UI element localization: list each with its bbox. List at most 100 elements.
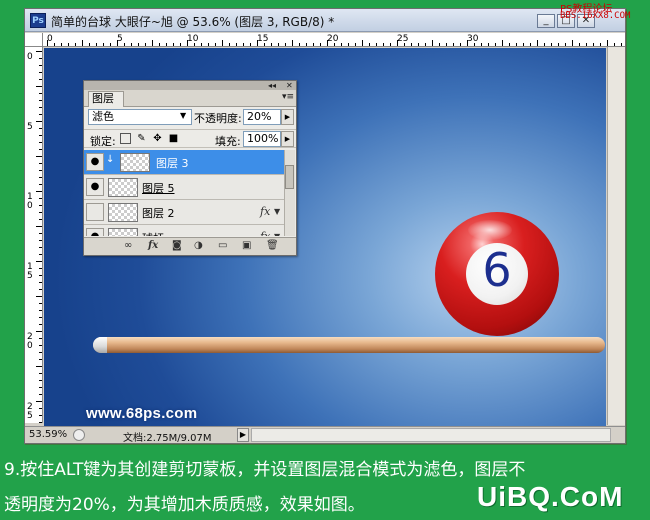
layer-name[interactable]: 图层 3 [156,155,189,171]
fill-slider-button[interactable]: ▶ [281,131,294,147]
ruler-tick [36,296,42,297]
collapse-icon[interactable]: ◂◂ [268,81,276,90]
visibility-eye-icon[interactable]: ● [86,153,104,171]
ruler-tick [446,43,447,46]
ruler-tick [39,268,42,269]
layer-list: ● ↓ 图层 3 ● 图层 5 图层 2 fx ▼ ● 球杆 fx ▼ [84,150,284,236]
visibility-eye-icon[interactable]: ● [86,228,104,236]
ruler-tick [39,408,42,409]
ruler-tick [82,40,83,46]
ruler-corner[interactable] [25,33,43,47]
panel-close-icon[interactable]: ✕ [286,81,293,90]
ruler-tick [39,352,42,353]
top-ruler[interactable]: 0 5 10 15 20 25 30 [43,33,625,47]
ruler-tick [215,43,216,46]
opacity-input[interactable]: 20% [243,109,281,125]
ruler-tick [138,43,139,46]
ruler-tick [621,43,622,46]
blend-mode-select[interactable]: 滤色 [88,109,192,125]
scrollbar-thumb[interactable] [285,165,294,189]
adjustment-icon[interactable]: ◑ [194,240,203,252]
ruler-tick [551,43,552,46]
ruler-tick [36,156,42,157]
ruler-tick [439,43,440,46]
ruler-tick [201,43,202,46]
status-menu-icon[interactable] [73,429,85,441]
ruler-tick [39,317,42,318]
ruler-tick [453,43,454,46]
ruler-tick [502,40,503,46]
panel-header[interactable] [84,81,296,90]
left-ruler[interactable]: 0 5 1 0 1 5 2 0 2 5 [25,47,43,423]
ruler-tick [39,184,42,185]
ruler-tick [593,43,594,46]
visibility-empty-box[interactable] [86,203,104,221]
layer-row-cue[interactable]: ● 球杆 fx ▼ [84,225,284,236]
ruler-tick [586,43,587,46]
tab-layers[interactable]: 图层 [88,91,124,107]
lock-brush-icon[interactable]: ✎ [136,133,147,144]
lock-all-icon[interactable]: ■ [168,133,179,144]
fx-icon[interactable]: fx [148,240,158,252]
ruler-tick [39,177,42,178]
chevron-down-icon[interactable]: ▼ [274,232,280,236]
chevron-down-icon[interactable]: ▼ [274,207,280,216]
layers-panel: ◂◂ ✕ 图层 ▾≡ 滤色 ▼ 不透明度: 20% ▶ 锁定: ✎ ✥ ■ 填充… [83,80,297,256]
status-arrow-icon[interactable]: ▶ [237,428,249,442]
mask-icon[interactable]: ◙ [172,240,182,252]
fill-input[interactable]: 100% [243,131,281,147]
ruler-tick [579,43,580,46]
minimize-button[interactable]: _ [537,14,555,28]
ruler-tick [488,43,489,46]
site-watermark: www.68ps.com [86,405,198,422]
ruler-tick [558,43,559,46]
ruler-tick [229,43,230,46]
ruler-tick [383,43,384,46]
ruler-tick [572,40,573,46]
ruler-tick [39,135,42,136]
layer-list-scrollbar[interactable] [284,150,295,236]
panel-menu-icon[interactable]: ▾≡ [282,92,294,102]
ruler-tick [39,303,42,304]
caption-line-1: 9.按住ALT键为其创建剪切蒙板，并设置图层混合模式为滤色，图层不 [4,460,526,480]
vertical-scrollbar[interactable] [607,47,625,425]
layer-row-3[interactable]: ● ↓ 图层 3 [84,150,284,175]
ruler-tick-label: 2 5 [27,402,33,421]
new-layer-icon[interactable]: ▣ [242,240,251,252]
lock-move-icon[interactable]: ✥ [152,133,163,144]
ruler-tick [36,401,42,402]
fx-icon[interactable]: fx [260,230,270,236]
fx-icon[interactable]: fx [260,205,270,218]
layer-name[interactable]: 图层 2 [142,205,175,221]
ruler-tick [432,40,433,46]
ruler-tick [54,43,55,46]
title-bar[interactable]: Ps 简单的台球 大眼仔~旭 @ 53.6% (图层 3, RGB/8) * _… [25,9,625,32]
ruler-tick [341,43,342,46]
ruler-tick [404,43,405,46]
horizontal-scrollbar[interactable] [251,428,611,442]
ruler-tick [320,43,321,46]
layer-name[interactable]: 图层 5 [142,180,175,196]
ruler-tick [39,205,42,206]
visibility-eye-icon[interactable]: ● [86,178,104,196]
ruler-tick [334,43,335,46]
ruler-tick [187,40,188,46]
link-icon[interactable]: ∞ [124,240,132,252]
opacity-slider-button[interactable]: ▶ [281,109,294,125]
ruler-tick [397,40,398,46]
group-icon[interactable]: ▭ [218,240,227,252]
lock-transparency-icon[interactable] [120,133,131,144]
layer-row-5[interactable]: ● 图层 5 [84,175,284,200]
zoom-level[interactable]: 53.59% [29,429,67,440]
delete-icon[interactable]: 🗑 [266,240,279,252]
layer-row-2[interactable]: 图层 2 fx ▼ [84,200,284,225]
ruler-tick [614,43,615,46]
ruler-tick [124,43,125,46]
ruler-tick [474,43,475,46]
ruler-tick [565,43,566,46]
ruler-tick [103,43,104,46]
ruler-tick [61,43,62,46]
ruler-tick [39,373,42,374]
layer-name[interactable]: 球杆 [142,230,164,236]
ruler-tick [39,72,42,73]
